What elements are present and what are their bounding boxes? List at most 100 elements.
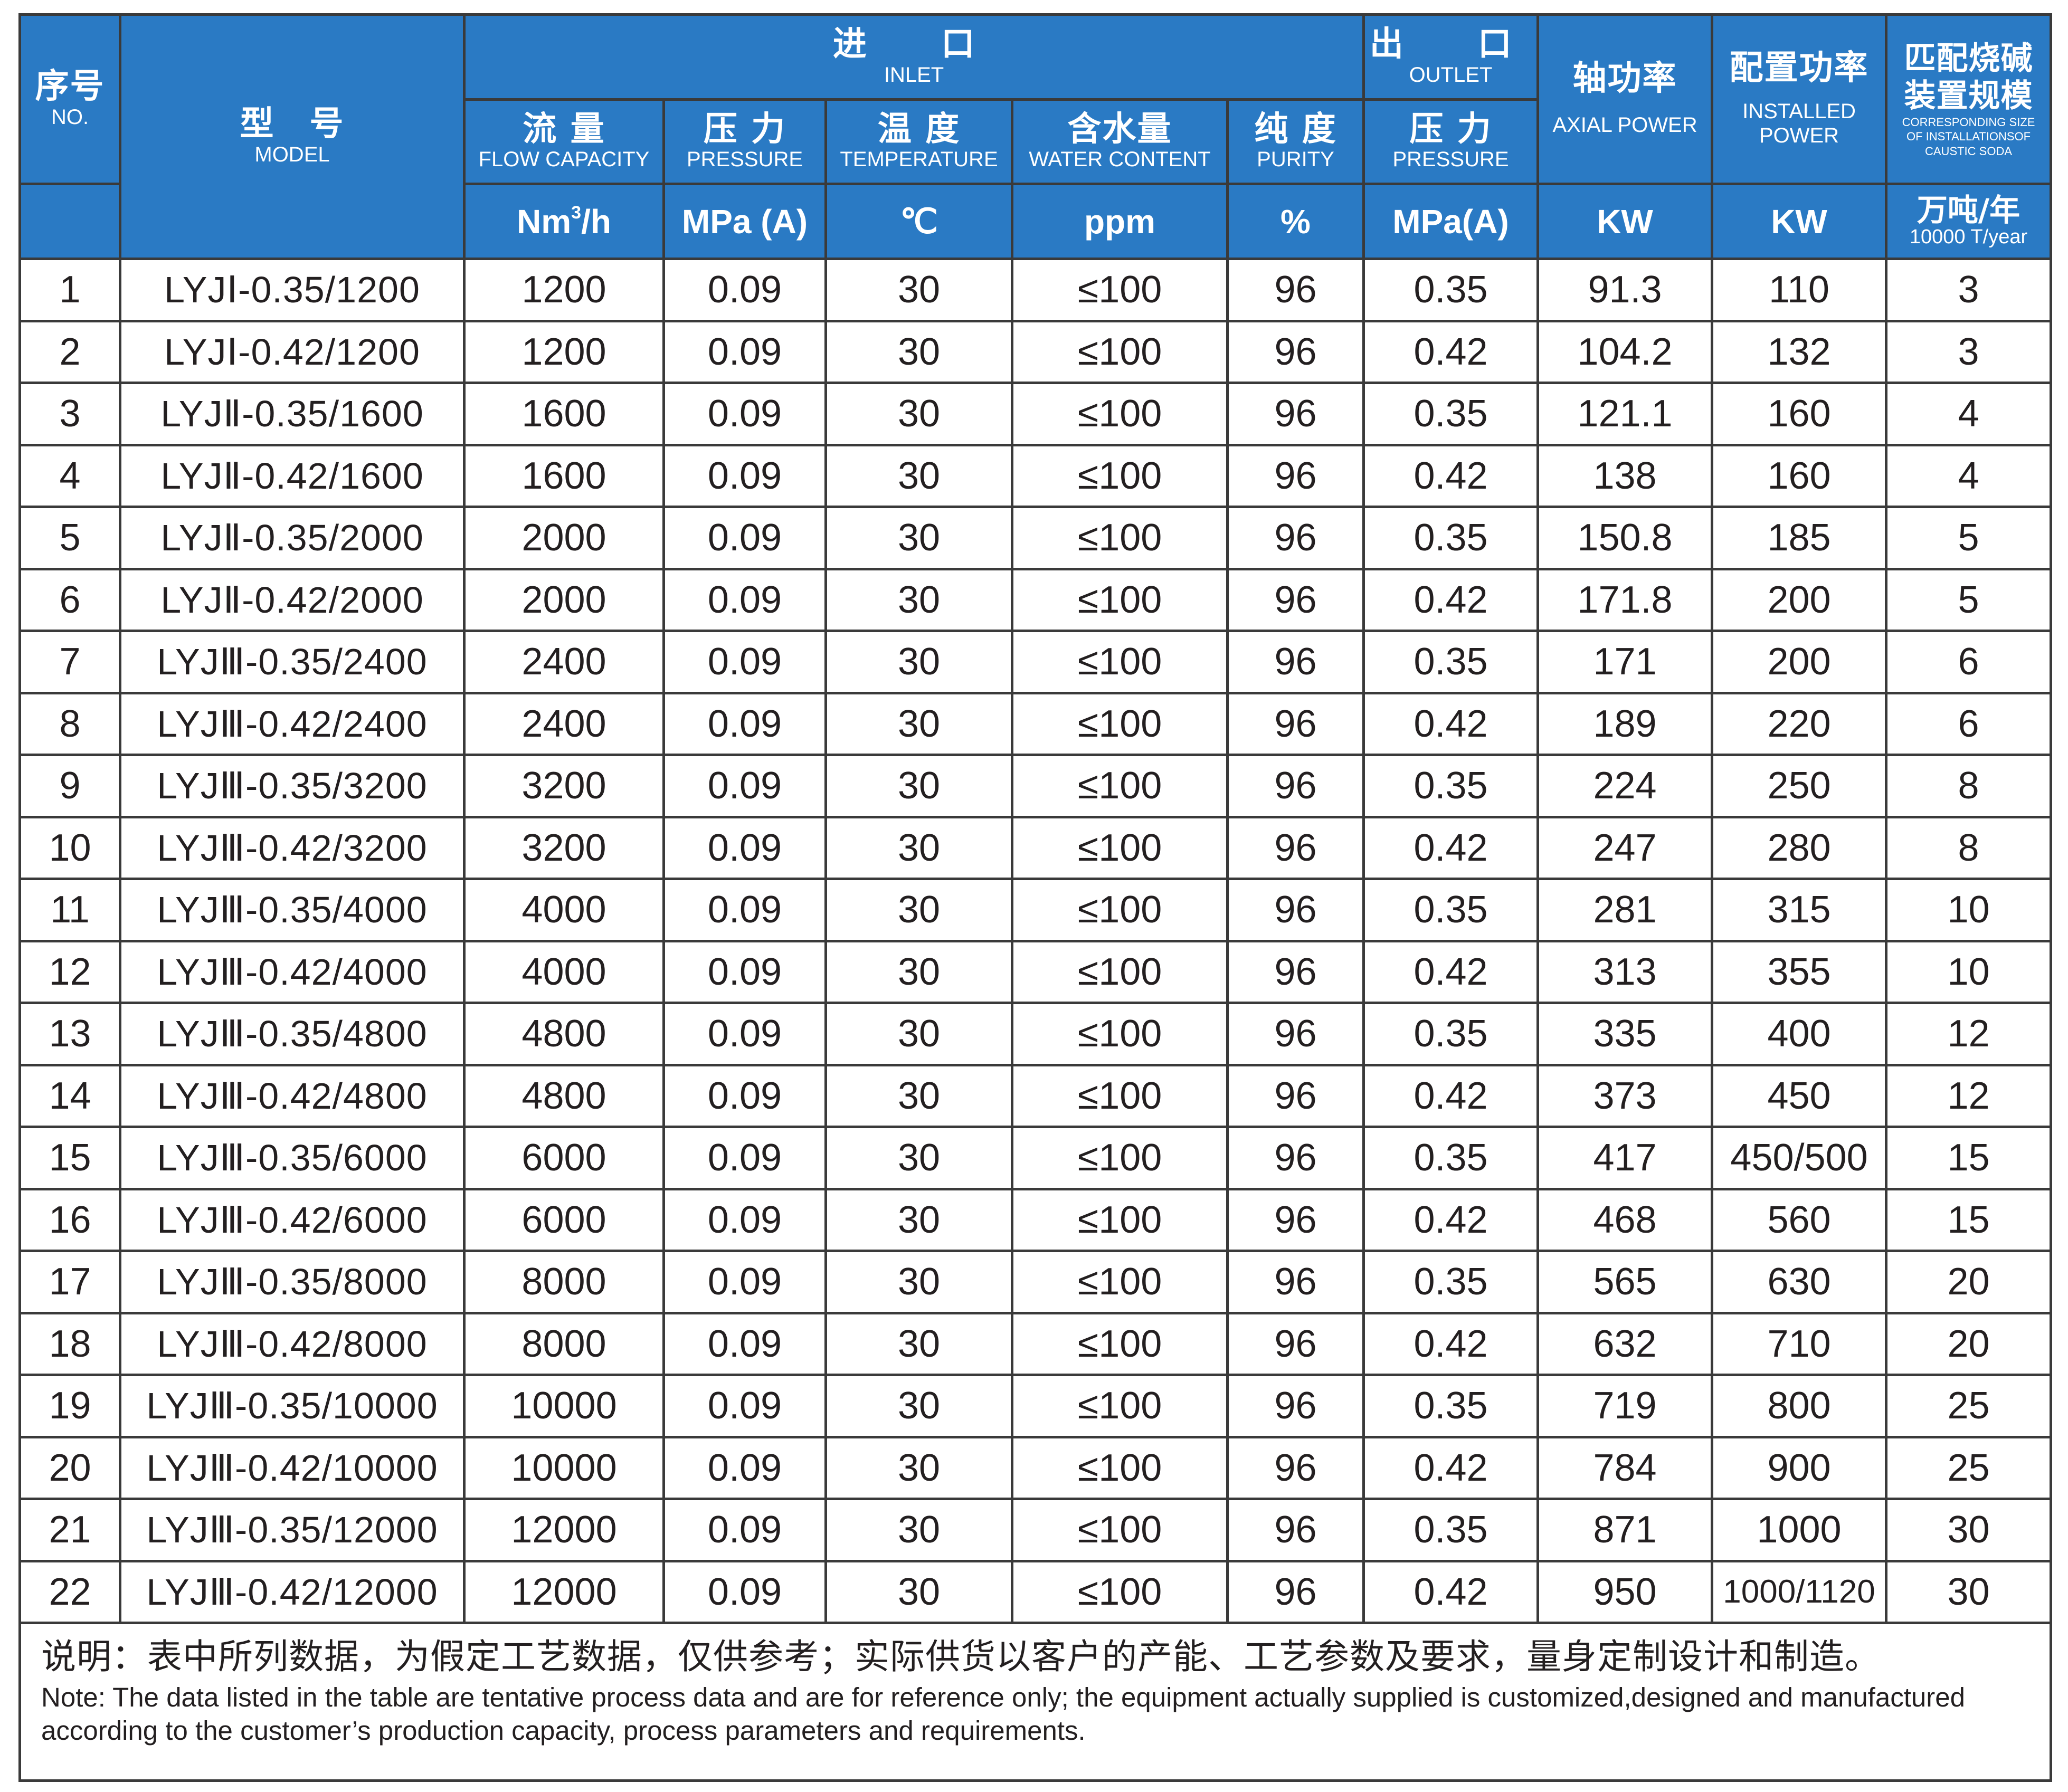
table-row: 2 LYJⅠ-0.42/1200 1200 0.09 30 ≤100 96 0.42 104.2… [18, 319, 2053, 384]
header-installed-power-en-1: INSTALLED [1742, 99, 1856, 123]
cell-pressure-in: 0.09 [662, 1126, 827, 1190]
cell-pressure-in: 0.09 [662, 1187, 827, 1252]
table-row: 7 LYJⅢ-0.35/2400 2400 0.09 30 ≤100 96 0.35 171 20… [18, 630, 2053, 694]
cell-flow: 4000 [463, 939, 665, 1004]
header-unit-caustic: 万吨/年 10000 T/year [1885, 183, 2053, 260]
table-row: 12 LYJⅢ-0.42/4000 4000 0.09 30 ≤100 96 0.42 313 3… [18, 939, 2053, 1004]
cell-axial-power: 104.2 [1536, 319, 1714, 384]
cell-purity: 96 [1226, 754, 1365, 818]
cell-flow: 1200 [463, 258, 665, 322]
cell-axial-power: 189 [1536, 691, 1714, 756]
cell-installed-power: 110 [1711, 258, 1888, 322]
cell-temperature: 30 [824, 815, 1013, 880]
cell-temperature: 30 [824, 1311, 1013, 1376]
cell-temperature: 30 [824, 1435, 1013, 1500]
cell-axial-power: 373 [1536, 1063, 1714, 1128]
cell-installed-power: 450/500 [1711, 1126, 1888, 1190]
cell-installed-power: 200 [1711, 630, 1888, 694]
cell-installed-power: 220 [1711, 691, 1888, 756]
cell-axial-power: 224 [1536, 754, 1714, 818]
header-pressure-in: 压 力 PRESSURE [662, 98, 827, 185]
cell-temperature: 30 [824, 1374, 1013, 1438]
cell-no: 20 [18, 1435, 121, 1500]
note-en: Note: The data listed in the table are t… [41, 1682, 1965, 1746]
cell-model: LYJⅢ-0.42/8000 [119, 1311, 466, 1376]
cell-installed-power: 200 [1711, 567, 1888, 632]
cell-caustic-scale: 6 [1885, 691, 2053, 756]
cell-caustic-scale: 30 [1885, 1498, 2053, 1562]
cell-axial-power: 468 [1536, 1187, 1714, 1252]
cell-pressure-in: 0.09 [662, 1250, 827, 1314]
header-caustic-cn-1: 匹配烧碱 [1904, 40, 2033, 77]
cell-model: LYJⅡ-0.42/2000 [119, 567, 466, 632]
cell-purity: 96 [1226, 878, 1365, 942]
cell-purity: 96 [1226, 1374, 1365, 1438]
table-row: 15 LYJⅢ-0.35/6000 6000 0.09 30 ≤100 96 0.35 417 4… [18, 1126, 2053, 1190]
cell-pressure-out: 0.42 [1362, 815, 1540, 880]
cell-water: ≤100 [1011, 382, 1229, 446]
cell-installed-power: 315 [1711, 878, 1888, 942]
cell-model: LYJⅢ-0.35/6000 [119, 1126, 466, 1190]
cell-axial-power: 950 [1536, 1559, 1714, 1624]
cell-model: LYJⅢ-0.35/8000 [119, 1250, 466, 1314]
table-body: 1 LYJⅠ-0.35/1200 1200 0.09 30 ≤100 96 0.35 91.3 1… [18, 258, 2053, 1624]
cell-no: 9 [18, 754, 121, 818]
header-installed-power: 配置功率 INSTALLED POWER [1711, 13, 1888, 185]
header-pressure-in-cn: 压 力 [703, 109, 786, 149]
table-row: 5 LYJⅡ-0.35/2000 2000 0.09 30 ≤100 96 0.35 150.8… [18, 506, 2053, 570]
cell-axial-power: 565 [1536, 1250, 1714, 1314]
cell-model: LYJⅡ-0.42/1600 [119, 443, 466, 508]
cell-no: 21 [18, 1498, 121, 1562]
cell-pressure-in: 0.09 [662, 382, 827, 446]
table-row: 20 LYJⅢ-0.42/10000 10000 0.09 30 ≤100 96 0.42 78… [18, 1435, 2053, 1500]
cell-flow: 2400 [463, 691, 665, 756]
cell-no: 11 [18, 878, 121, 942]
cell-flow: 4000 [463, 878, 665, 942]
cell-model: LYJⅢ-0.35/12000 [119, 1498, 466, 1562]
header-pressure-in-en: PRESSURE [686, 148, 803, 171]
cell-caustic-scale: 20 [1885, 1250, 2053, 1314]
header-model: 型 号 MODEL [119, 13, 466, 260]
cell-caustic-scale: 6 [1885, 630, 2053, 694]
unit-pressure-out: MPa(A) [1392, 202, 1509, 241]
unit-purity: % [1280, 202, 1311, 241]
cell-water: ≤100 [1011, 1002, 1229, 1066]
header-pressure-out-en: PRESSURE [1392, 148, 1509, 171]
header-no-cn: 序号 [35, 67, 105, 107]
cell-pressure-out: 0.42 [1362, 939, 1540, 1004]
cell-purity: 96 [1226, 443, 1365, 508]
cell-no: 18 [18, 1311, 121, 1376]
cell-pressure-in: 0.09 [662, 630, 827, 694]
cell-pressure-in: 0.09 [662, 258, 827, 322]
unit-pressure-in: MPa (A) [681, 202, 808, 241]
cell-temperature: 30 [824, 878, 1013, 942]
cell-flow: 3200 [463, 754, 665, 818]
cell-pressure-out: 0.35 [1362, 1374, 1540, 1438]
cell-installed-power: 450 [1711, 1063, 1888, 1128]
unit-axial-power: KW [1597, 202, 1653, 241]
cell-temperature: 30 [824, 319, 1013, 384]
cell-pressure-in: 0.09 [662, 754, 827, 818]
header-unit-pressure-out: MPa(A) [1362, 183, 1540, 260]
cell-caustic-scale: 25 [1885, 1435, 2053, 1500]
cell-caustic-scale: 5 [1885, 567, 2053, 632]
cell-flow: 2400 [463, 630, 665, 694]
header-caustic-cn-2: 装置规模 [1904, 77, 2033, 115]
cell-caustic-scale: 20 [1885, 1311, 2053, 1376]
cell-installed-power: 400 [1711, 1002, 1888, 1066]
header-caustic-en-3: CAUSTIC SODA [1925, 144, 2013, 158]
cell-pressure-in: 0.09 [662, 878, 827, 942]
cell-no: 2 [18, 319, 121, 384]
cell-temperature: 30 [824, 443, 1013, 508]
cell-no: 22 [18, 1559, 121, 1624]
cell-axial-power: 871 [1536, 1498, 1714, 1562]
cell-purity: 96 [1226, 630, 1365, 694]
cell-pressure-in: 0.09 [662, 1559, 827, 1624]
cell-pressure-in: 0.09 [662, 1498, 827, 1562]
cell-no: 19 [18, 1374, 121, 1438]
cell-caustic-scale: 4 [1885, 382, 2053, 446]
cell-flow: 12000 [463, 1559, 665, 1624]
table-row: 1 LYJⅠ-0.35/1200 1200 0.09 30 ≤100 96 0.35 91.3 1… [18, 258, 2053, 322]
cell-purity: 96 [1226, 1311, 1365, 1376]
cell-water: ≤100 [1011, 815, 1229, 880]
